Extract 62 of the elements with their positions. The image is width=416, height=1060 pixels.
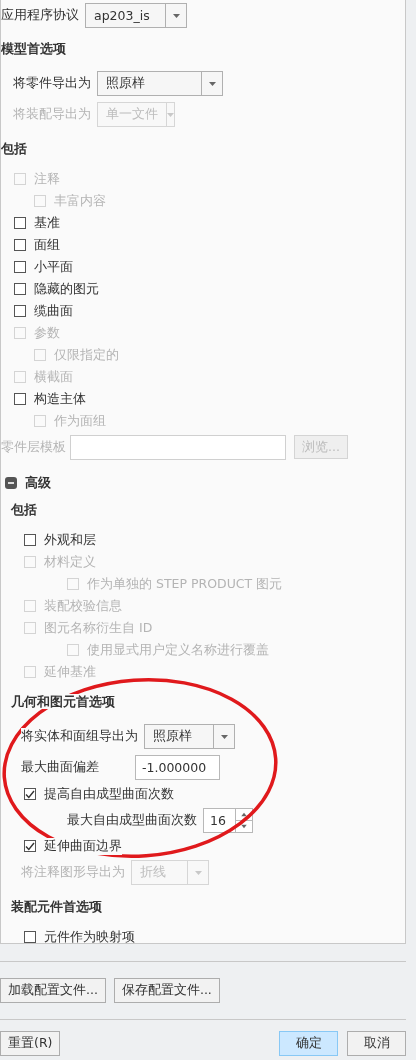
section-heading: 包括 [1,141,27,156]
option-label: 元件作为映射项 [44,928,135,943]
dropdown[interactable]: ap203_is [85,3,187,28]
caret-icon [167,112,174,117]
checkbox[interactable] [24,931,36,943]
checkbox[interactable] [24,788,36,800]
option-label: 装配校验信息 [44,597,122,615]
option-label: 缆曲面 [34,302,73,320]
option-label: 小平面 [34,258,73,276]
profile-button[interactable]: 加载配置文件... [0,978,106,1003]
option-label: 延伸曲面边界 [44,837,122,855]
option-label: 作为单独的 STEP PRODUCT 图元 [87,575,283,593]
option-label: 面组 [34,236,60,254]
checkbox[interactable] [14,261,26,273]
profile-button[interactable]: 保存配置文件... [113,978,220,1003]
checkbox[interactable] [24,840,36,852]
checkbox[interactable] [14,305,26,317]
option-label: 材料定义 [44,553,96,571]
checkbox[interactable] [14,393,26,405]
option-label: 将装配导出为 [13,106,91,123]
section-heading: 几何和图元首选项 [11,694,115,709]
option-label: 提高自由成型曲面次数 [44,785,174,803]
option-label: 最大自由成型曲面次数 [67,811,197,829]
option-label: 作为面组 [54,412,106,430]
option-label: 使用显式用户定义名称进行覆盖 [87,641,269,659]
number-spinner[interactable]: 16 [203,807,253,833]
option-label: 构造主体 [34,390,86,408]
option-label: 基准 [34,214,60,232]
option-label: 丰富内容 [54,192,106,210]
option-label: 参数 [34,324,60,342]
dialog-button[interactable]: 重置(R) [0,1031,61,1056]
caret-icon [194,870,202,875]
checkbox[interactable] [14,239,26,251]
number-field[interactable]: -1.000000 [135,755,220,780]
option-label: 最大曲面偏差 [21,759,99,776]
section-heading: 模型首选项 [1,41,66,56]
option-label: 注释 [34,170,60,188]
dialog-button[interactable]: 取消 [347,1031,406,1056]
dropdown[interactable]: 照原样 [144,724,235,749]
option-label: 图元名称衍生自 ID [44,619,153,637]
checkbox[interactable] [14,283,26,295]
dialog-button[interactable]: 确定 [279,1031,338,1056]
option-label: 将注释图形导出为 [21,864,125,881]
group-title: 高级 [25,474,51,492]
collapse-icon[interactable] [5,477,17,489]
option-label: 将零件导出为 [13,75,91,92]
caret-icon [208,81,216,86]
option-label: 应用程序协议 [1,7,79,24]
checkbox[interactable] [24,534,36,546]
caret-icon [220,734,228,739]
checkbox[interactable] [14,217,26,229]
caret-icon [172,13,180,18]
option-label: 仅限指定的 [54,346,119,364]
section-heading: 包括 [11,502,37,517]
option-label: 横截面 [34,368,73,386]
option-label: 零件层模板 [1,438,66,456]
option-label: 将实体和面组导出为 [21,728,138,745]
option-label: 延伸基准 [44,663,96,681]
option-label: 外观和层 [44,531,96,549]
option-label: 隐藏的图元 [34,280,99,298]
dropdown[interactable]: 照原样 [97,71,223,96]
section-heading: 装配元件首选项 [11,899,102,914]
